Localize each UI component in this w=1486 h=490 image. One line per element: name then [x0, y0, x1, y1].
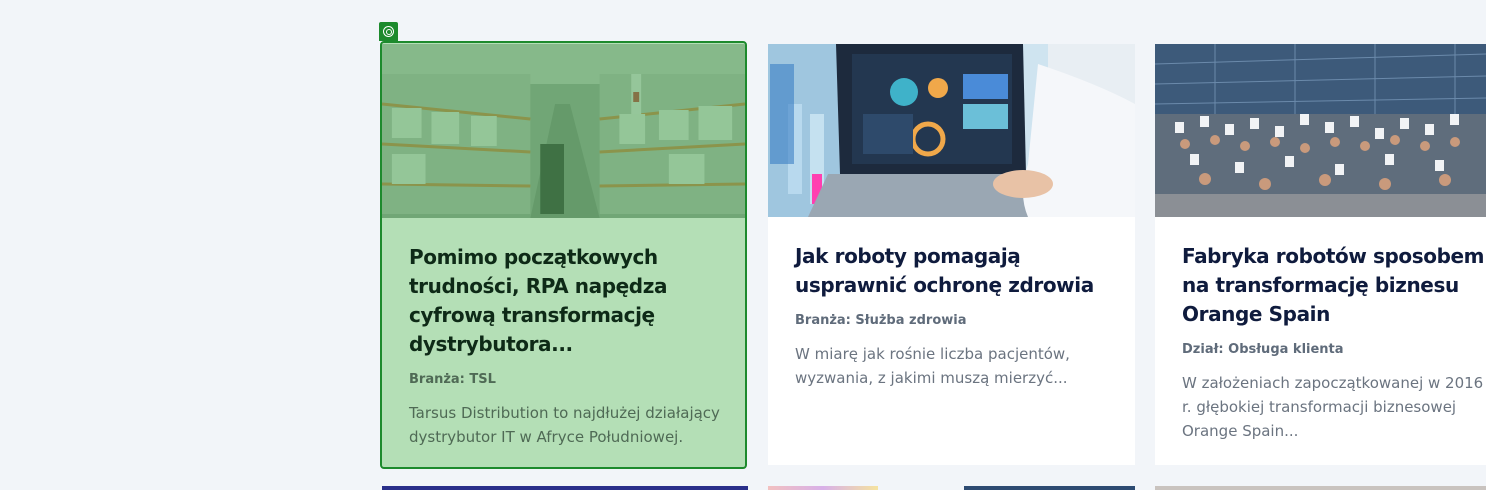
card-title[interactable]: Jak roboty pomagają usprawnić ochronę zd… — [795, 242, 1135, 300]
target-icon — [379, 22, 398, 41]
meta-label: Branża: — [409, 372, 465, 387]
card-industry: Branża: TSL — [409, 372, 745, 387]
case-study-card-healthcare[interactable]: Jak roboty pomagają usprawnić ochronę zd… — [768, 44, 1135, 465]
meta-value: Obsługa klienta — [1228, 342, 1344, 357]
card-title[interactable]: Fabryka robotów sposobem na transformacj… — [1182, 242, 1486, 329]
card-excerpt: W założeniach zapoczątkowanej w 2016 r. … — [1182, 374, 1484, 440]
next-row-card-image — [768, 486, 878, 490]
next-row-card-image — [1155, 486, 1486, 490]
case-study-card-tarsus[interactable]: Pomimo początkowych trudności, RPA napęd… — [380, 41, 747, 469]
card-excerpt: Tarsus Distribution to najdłużej działaj… — [409, 404, 720, 446]
laboratory-laptop-photo — [768, 44, 1135, 217]
card-excerpt: W miarę jak rośnie liczba pacjentów, wyz… — [795, 345, 1070, 387]
card-industry: Branża: Służba zdrowia — [795, 313, 1135, 328]
meta-label: Branża: — [795, 313, 851, 328]
card-department: Dział: Obsługa klienta — [1182, 342, 1486, 357]
meta-value: Służba zdrowia — [855, 313, 967, 328]
meta-value: TSL — [469, 372, 496, 387]
meta-label: Dział: — [1182, 342, 1224, 357]
card-title[interactable]: Pomimo początkowych trudności, RPA napęd… — [409, 243, 745, 359]
case-study-grid: Pomimo początkowych trudności, RPA napęd… — [0, 0, 1486, 490]
case-study-card-orange-spain[interactable]: Fabryka robotów sposobem na transformacj… — [1155, 44, 1486, 465]
warehouse-photo — [382, 44, 745, 218]
group-photo — [1155, 44, 1486, 217]
next-row-card-image — [382, 486, 748, 490]
next-row-card-image — [964, 486, 1135, 490]
